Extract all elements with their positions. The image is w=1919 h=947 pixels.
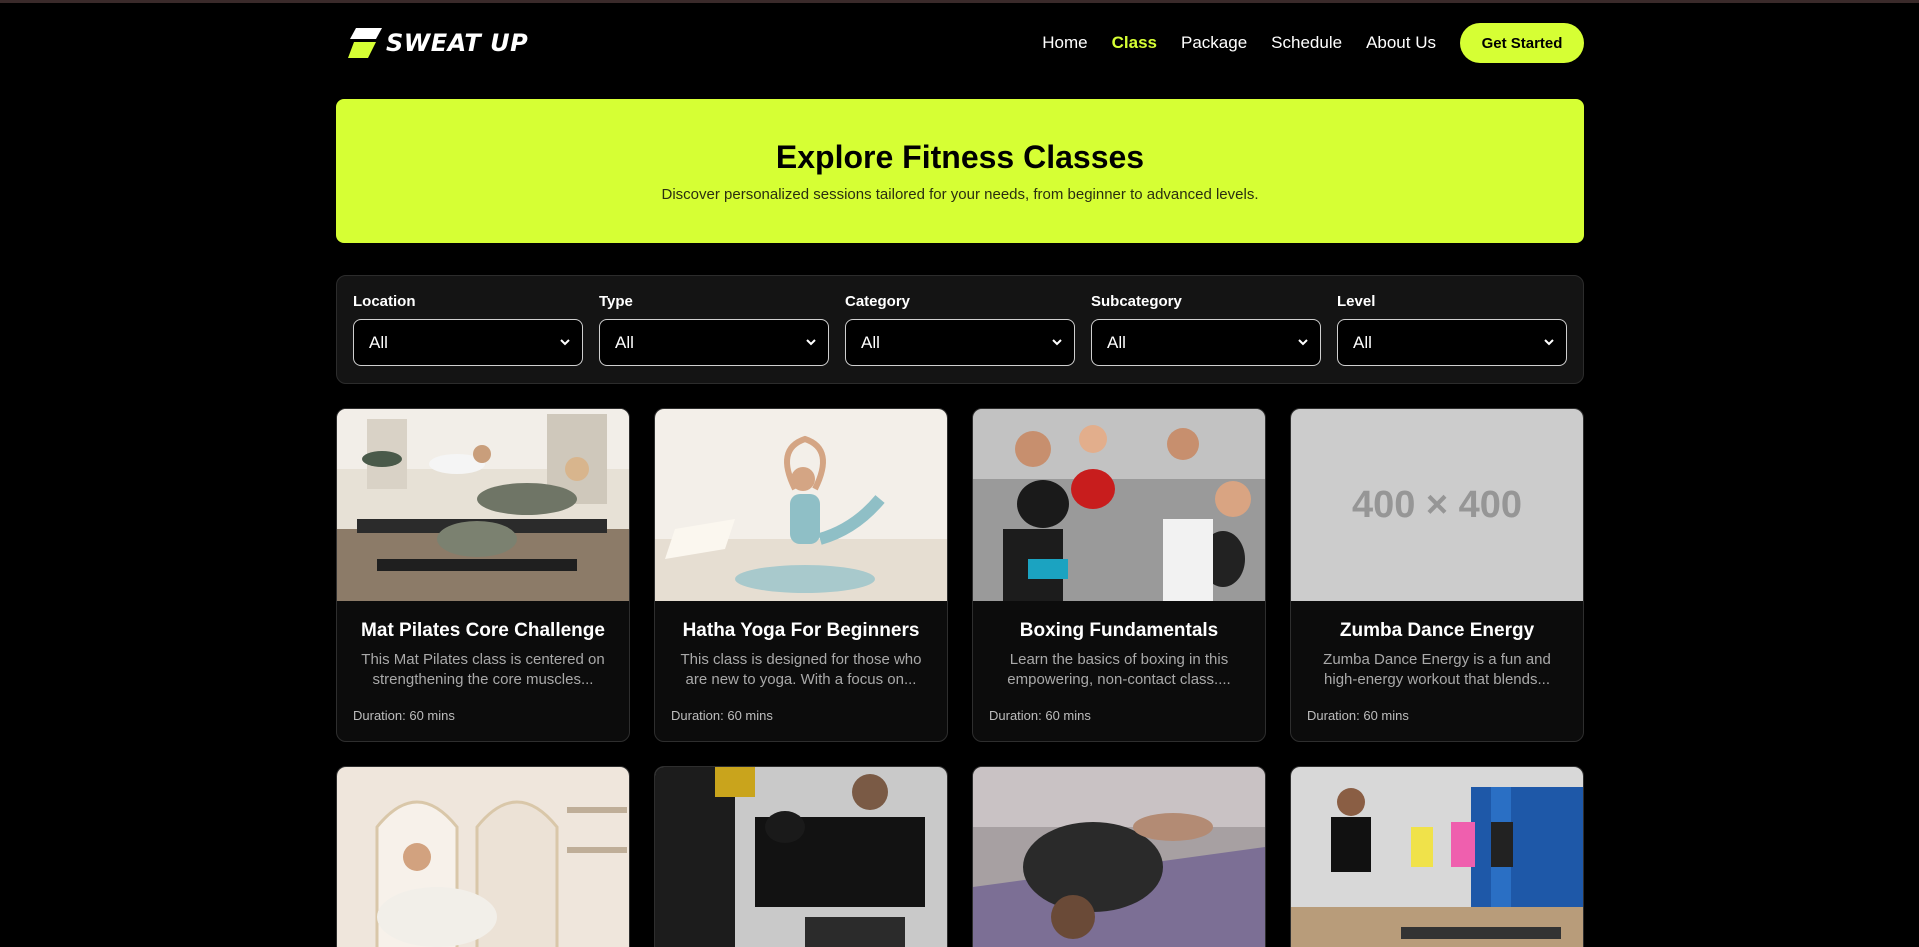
class-card[interactable]: Boxing Fundamentals Learn the basics of …: [972, 408, 1266, 742]
level-select[interactable]: All: [1337, 319, 1567, 366]
hero-banner: Explore Fitness Classes Discover persona…: [336, 99, 1584, 243]
category-select[interactable]: All: [845, 319, 1075, 366]
pilates-reformer-photo: [337, 409, 629, 601]
class-duration: Duration: 60 mins: [1307, 708, 1409, 723]
nav-item-home[interactable]: Home: [1042, 33, 1087, 53]
subcategory-select[interactable]: All: [1091, 319, 1321, 366]
brand-logo[interactable]: SWEAT UP: [346, 26, 528, 60]
class-title: Zumba Dance Energy: [1339, 620, 1535, 641]
page-title: Explore Fitness Classes: [775, 139, 1145, 175]
filter-location: Location All: [353, 293, 583, 366]
filter-level: Level All: [1337, 293, 1567, 366]
filter-type: Type All: [599, 293, 829, 366]
class-duration: Duration: 60 mins: [989, 708, 1091, 723]
filter-label: Subcategory: [1091, 293, 1182, 310]
image-placeholder: 400 × 400: [1291, 409, 1583, 601]
filter-subcategory: Subcategory All: [1091, 293, 1321, 366]
kickboxing-bag-photo: [655, 767, 947, 947]
class-description: This class is designed for those who are…: [680, 651, 922, 688]
filter-label: Category: [845, 293, 911, 310]
yoga-pose-photo: [655, 409, 947, 601]
select-value: All: [861, 332, 880, 352]
chevron-down-icon: [1296, 335, 1310, 349]
placeholder-text: 400 × 400: [1291, 409, 1583, 601]
class-title: Mat Pilates Core Challenge: [361, 620, 605, 641]
step-aerobics-photo: [1291, 767, 1583, 947]
yoga-childs-pose-photo: [973, 767, 1265, 947]
filter-label: Type: [599, 293, 633, 310]
class-duration: Duration: 60 mins: [353, 708, 455, 723]
filter-panel: Location All Type All Category All Subca…: [336, 275, 1584, 384]
chevron-down-icon: [558, 335, 572, 349]
get-started-button[interactable]: Get Started: [1460, 23, 1584, 63]
filter-category: Category All: [845, 293, 1075, 366]
main-nav: Home Class Package Schedule About Us Get…: [1042, 22, 1584, 64]
class-card[interactable]: [654, 766, 948, 947]
chevron-down-icon: [1050, 335, 1064, 349]
select-value: All: [615, 332, 634, 352]
chevron-down-icon: [1542, 335, 1556, 349]
class-card[interactable]: [1290, 766, 1584, 947]
page-subtitle: Discover personalized sessions tailored …: [661, 186, 1259, 203]
nav-item-schedule[interactable]: Schedule: [1271, 33, 1342, 53]
select-value: All: [369, 332, 388, 352]
lightning-logo-icon: [346, 26, 384, 60]
select-value: All: [1107, 332, 1126, 352]
chevron-down-icon: [804, 335, 818, 349]
class-description: Zumba Dance Energy is a fun and high-ene…: [1323, 651, 1551, 688]
filter-label: Level: [1337, 293, 1376, 310]
boxing-class-photo: [973, 409, 1265, 601]
type-select[interactable]: All: [599, 319, 829, 366]
location-select[interactable]: All: [353, 319, 583, 366]
nav-item-class[interactable]: Class: [1112, 33, 1157, 53]
studio-stretch-photo: [337, 767, 629, 947]
class-card[interactable]: [336, 766, 630, 947]
class-duration: Duration: 60 mins: [671, 708, 773, 723]
class-card[interactable]: 400 × 400 Zumba Dance Energy Zumba Dance…: [1290, 408, 1584, 742]
class-title: Hatha Yoga For Beginners: [682, 620, 920, 641]
nav-item-about-us[interactable]: About Us: [1366, 33, 1436, 53]
filter-label: Location: [353, 293, 416, 310]
class-description: Learn the basics of boxing in this empow…: [1007, 651, 1231, 688]
top-strip: [0, 0, 1919, 3]
class-card[interactable]: Mat Pilates Core Challenge This Mat Pila…: [336, 408, 630, 742]
nav-item-package[interactable]: Package: [1181, 33, 1247, 53]
class-card[interactable]: [972, 766, 1266, 947]
brand-name: SWEAT UP: [386, 29, 529, 57]
select-value: All: [1353, 332, 1372, 352]
site-header: SWEAT UP Home Class Package Schedule Abo…: [336, 22, 1584, 64]
class-card[interactable]: Hatha Yoga For Beginners This class is d…: [654, 408, 948, 742]
class-title: Boxing Fundamentals: [1019, 620, 1219, 641]
class-description: This Mat Pilates class is centered on st…: [361, 651, 605, 688]
